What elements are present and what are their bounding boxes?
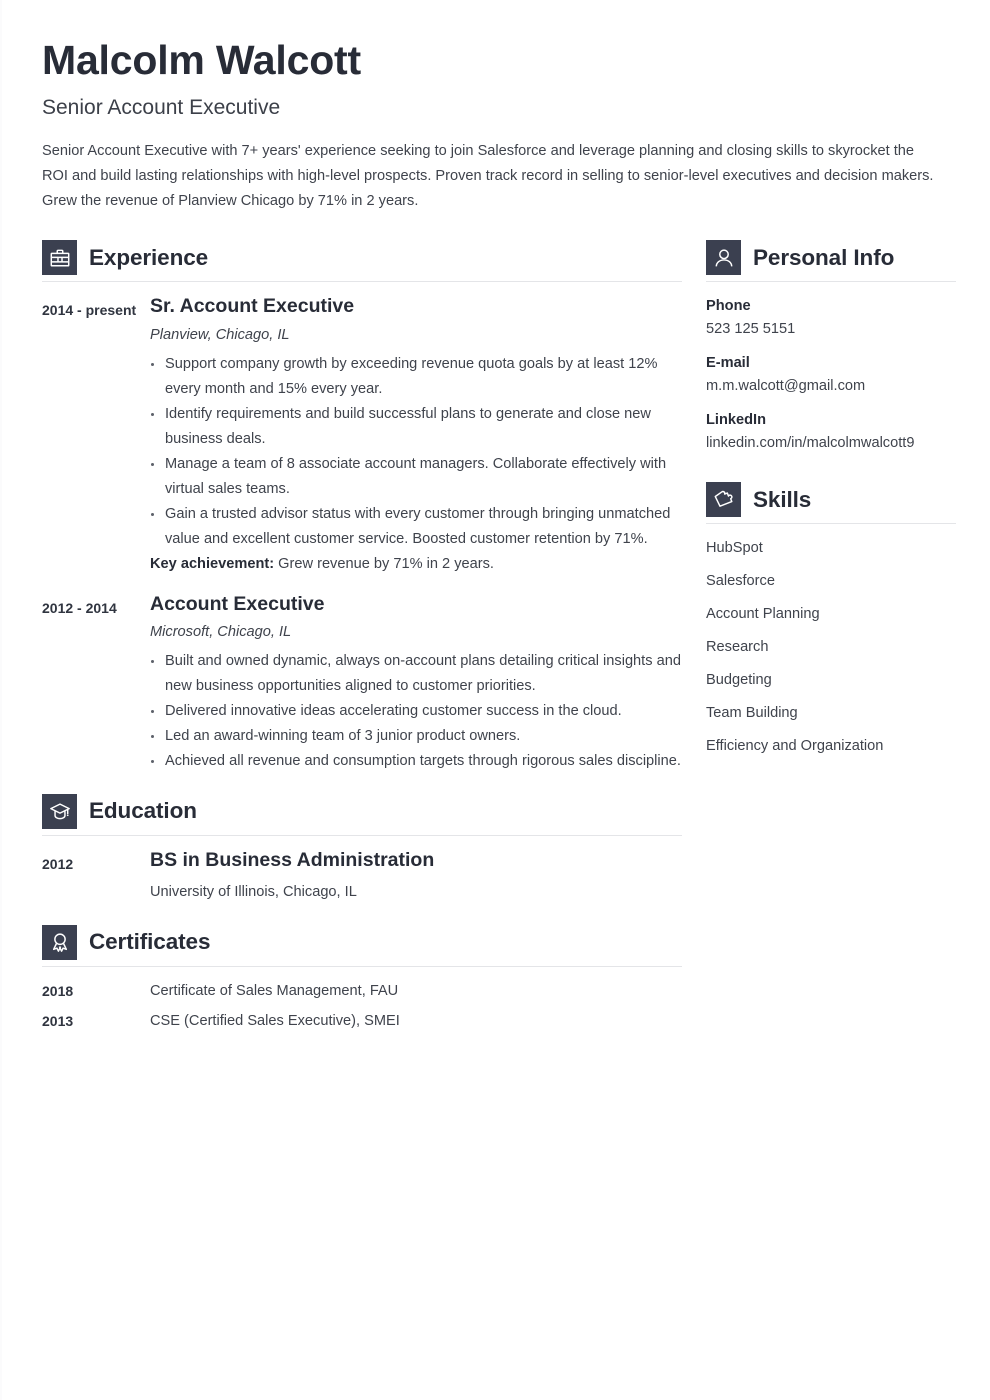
list-item: HubSpot <box>706 540 763 557</box>
list-item: Identify requirements and build successf… <box>150 402 682 452</box>
experience-bullets: Built and owned dynamic, always on-accou… <box>150 649 682 774</box>
main-column: Experience 2014 - present Sr. Account Ex… <box>42 240 682 1039</box>
resume-columns: Experience 2014 - present Sr. Account Ex… <box>42 240 956 1039</box>
section-header-certificates: Certificates <box>42 924 682 966</box>
education-school: University of Illinois, Chicago, IL <box>150 883 357 900</box>
person-icon <box>706 240 741 276</box>
section-title-personal-info: Personal Info <box>753 244 895 270</box>
experience-bullets: Support company growth by exceeding reve… <box>150 352 682 552</box>
education-details: BS in Business Administration University… <box>150 849 682 904</box>
list-item: Research <box>706 639 769 656</box>
experience-entry: 2014 - present Sr. Account Executive Pla… <box>42 295 682 576</box>
experience-dates: 2012 - 2014 <box>42 599 117 616</box>
experience-role: Account Executive <box>150 592 325 615</box>
experience-organization: Planview, Chicago, IL <box>150 326 290 343</box>
section-divider <box>706 281 956 283</box>
award-ribbon-icon <box>42 924 77 960</box>
key-achievement: Key achievement: Grew revenue by 71% in … <box>150 552 682 577</box>
contact-linkedin: LinkedIn linkedin.com/in/malcolmwalcott9 <box>706 409 956 455</box>
contact-value[interactable]: linkedin.com/in/malcolmwalcott9 <box>706 432 956 455</box>
section-personal-info: Personal Info Phone 523 125 5151 E-mail … <box>706 240 956 455</box>
list-item: Account Planning <box>706 606 820 623</box>
list-item: Built and owned dynamic, always on-accou… <box>150 649 682 699</box>
graduation-cap-icon <box>42 794 77 830</box>
list-item: Salesforce <box>706 573 775 590</box>
section-title-experience: Experience <box>89 244 209 270</box>
certificate-row: 2018 Certificate of Sales Management, FA… <box>42 980 682 1002</box>
page-title: Malcolm Walcott <box>42 37 361 83</box>
list-item: Manage a team of 8 associate account man… <box>150 452 682 502</box>
certificate-name: Certificate of Sales Management, FAU <box>150 982 399 999</box>
contact-value[interactable]: 523 125 5151 <box>706 318 956 341</box>
experience-dates: 2014 - present <box>42 302 137 319</box>
section-title-skills: Skills <box>753 486 812 512</box>
list-item: Budgeting <box>706 672 772 689</box>
section-title-certificates: Certificates <box>89 928 211 954</box>
contact-label: LinkedIn <box>706 412 766 429</box>
experience-details: Sr. Account Executive Planview, Chicago,… <box>150 295 682 576</box>
section-education: Education 2012 BS in Business Administra… <box>42 794 682 904</box>
education-entry: 2012 BS in Business Administration Unive… <box>42 849 682 904</box>
section-divider <box>42 281 682 283</box>
section-header-education: Education <box>42 794 682 835</box>
certificate-name: CSE (Certified Sales Executive), SMEI <box>150 1012 400 1029</box>
list-item: Delivered innovative ideas accelerating … <box>150 699 682 724</box>
contact-email: E-mail m.m.walcott@gmail.com <box>706 352 956 398</box>
section-experience: Experience 2014 - present Sr. Account Ex… <box>42 240 682 774</box>
education-dates: 2012 <box>42 856 74 873</box>
sidebar-column: Personal Info Phone 523 125 5151 E-mail … <box>706 240 956 768</box>
list-item: Gain a trusted advisor status with every… <box>150 502 682 552</box>
list-item: Led an award-winning team of 3 junior pr… <box>150 724 682 749</box>
contact-phone: Phone 523 125 5151 <box>706 295 956 341</box>
certificate-year: 2013 <box>42 1012 74 1029</box>
resume-page: Malcolm Walcott Senior Account Executive… <box>0 0 990 1400</box>
professional-summary: Senior Account Executive with 7+ years' … <box>42 143 934 210</box>
key-achievement-text: Grew revenue by 71% in 2 years. <box>274 555 494 572</box>
section-skills: Skills HubSpot Salesforce Account Planni… <box>706 482 956 757</box>
contact-value[interactable]: m.m.walcott@gmail.com <box>706 375 956 398</box>
contact-label: Phone <box>706 298 751 315</box>
list-item: Efficiency and Organization <box>706 738 884 755</box>
certificate-year: 2018 <box>42 982 74 999</box>
key-achievement-label: Key achievement: <box>150 555 275 572</box>
experience-details: Account Executive Microsoft, Chicago, IL… <box>150 593 682 774</box>
list-item: Achieved all revenue and consumption tar… <box>150 749 682 774</box>
experience-role: Sr. Account Executive <box>150 295 355 318</box>
section-header-personal-info: Personal Info <box>706 240 956 281</box>
education-degree: BS in Business Administration <box>150 849 435 872</box>
section-divider <box>42 965 682 967</box>
experience-organization: Microsoft, Chicago, IL <box>150 624 292 641</box>
section-header-skills: Skills <box>706 482 956 523</box>
contact-label: E-mail <box>706 355 750 372</box>
section-divider <box>706 523 956 525</box>
job-title: Senior Account Executive <box>42 96 281 120</box>
experience-entry: 2012 - 2014 Account Executive Microsoft,… <box>42 593 682 774</box>
section-divider <box>42 835 682 837</box>
certificate-row: 2013 CSE (Certified Sales Executive), SM… <box>42 1010 682 1032</box>
list-item: Team Building <box>706 705 798 722</box>
briefcase-icon <box>42 240 77 276</box>
section-header-experience: Experience <box>42 240 682 281</box>
section-title-education: Education <box>89 798 197 824</box>
section-certificates: Certificates 2018 Certificate of Sales M… <box>42 924 682 1032</box>
puzzle-piece-icon <box>706 482 741 518</box>
list-item: Support company growth by exceeding reve… <box>150 352 682 402</box>
